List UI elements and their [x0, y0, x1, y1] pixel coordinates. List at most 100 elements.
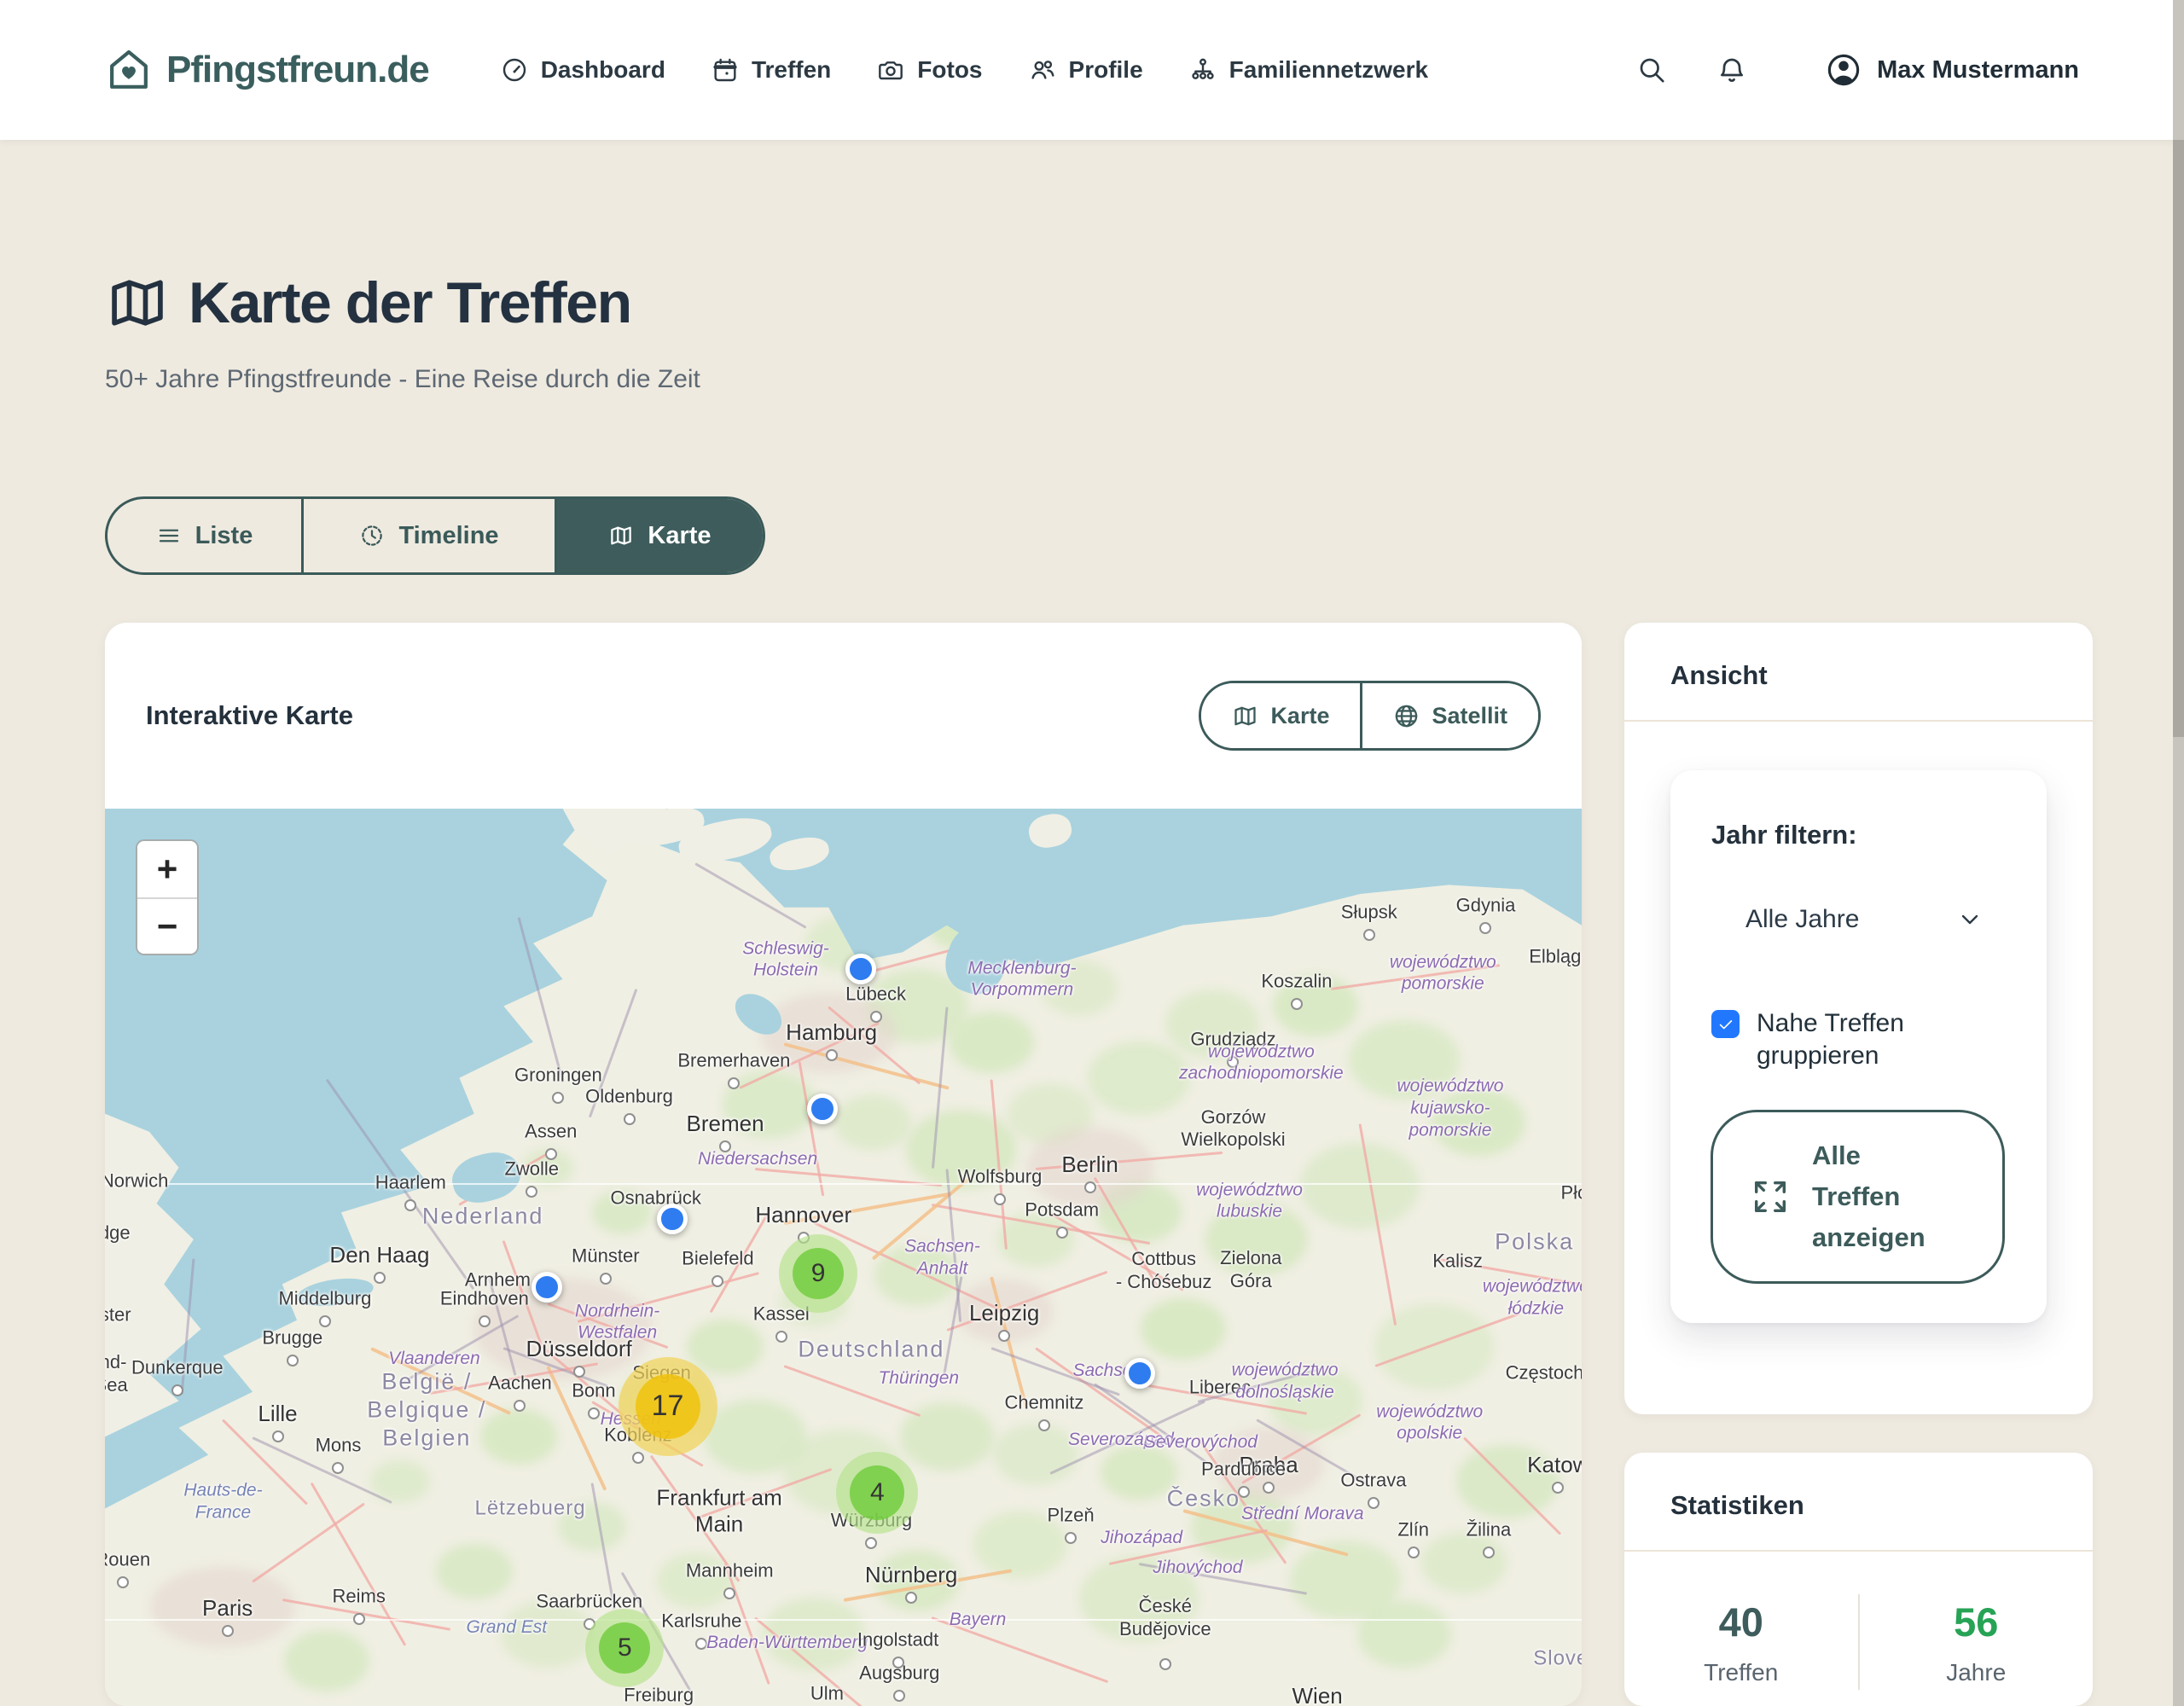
- cluster-count: 4: [850, 1465, 904, 1520]
- divider: [1624, 720, 2093, 722]
- layer-toggle: KarteSatellit: [1199, 681, 1541, 751]
- zoom-in-button[interactable]: +: [137, 841, 197, 897]
- map-card-title: Interaktive Karte: [146, 700, 353, 731]
- notifications-bell-icon[interactable]: [1716, 55, 1747, 85]
- treffen-cluster[interactable]: 9: [779, 1234, 857, 1313]
- page-subtitle: 50+ Jahre Pfingstfreunde - Eine Reise du…: [105, 365, 700, 394]
- chevron-down-icon: [1956, 906, 1984, 933]
- city-dot: [892, 1657, 904, 1668]
- year-select-value: Alle Jahre: [1745, 905, 1859, 934]
- tab-karte[interactable]: Karte: [555, 499, 763, 572]
- city-dot: [624, 1113, 636, 1125]
- city-dot: [1479, 922, 1491, 934]
- map-label: Zlín: [1397, 1518, 1429, 1541]
- year-filter-select[interactable]: Alle Jahre: [1745, 905, 1984, 934]
- expand-icon: [1751, 1177, 1790, 1216]
- map-card: Interaktive Karte KarteSatellit Norwichr…: [105, 623, 1582, 1706]
- scrollbar-thumb[interactable]: [2173, 140, 2184, 737]
- nav-item-dashboard[interactable]: Dashboard: [501, 56, 665, 84]
- city-dot: [695, 1638, 707, 1650]
- map-label: Slove: [1533, 1646, 1582, 1671]
- treffen-cluster[interactable]: 17: [619, 1357, 717, 1456]
- tab-label: Karte: [648, 522, 711, 550]
- city-dot: [632, 1452, 644, 1464]
- city-dot: [728, 1077, 740, 1089]
- nav-item-familiennetzwerk[interactable]: Familiennetzwerk: [1189, 56, 1428, 84]
- map-label: Chemnitz: [1004, 1392, 1083, 1415]
- stat-label: Treffen: [1624, 1659, 1858, 1686]
- statistiken-panel: Statistiken 40Treffen56Jahre: [1624, 1453, 2093, 1706]
- city-dot: [552, 1092, 564, 1104]
- stat-value: 56: [1860, 1599, 2094, 1645]
- city-dot: [374, 1272, 386, 1284]
- city-dot: [272, 1430, 284, 1442]
- tab-label: Timeline: [398, 522, 498, 550]
- map-label: Deutschland: [798, 1336, 944, 1364]
- treffen-marker[interactable]: [807, 1094, 838, 1124]
- map-label: Częstochow: [1506, 1361, 1582, 1384]
- city-dot: [1038, 1419, 1050, 1431]
- layer-button-satellit[interactable]: Satellit: [1360, 683, 1538, 748]
- tab-label: Liste: [195, 522, 253, 550]
- show-all-treffen-button[interactable]: Alle Treffen anzeigen: [1711, 1110, 2005, 1284]
- clock-icon: [359, 523, 385, 548]
- nav-item-label: Profile: [1069, 56, 1143, 84]
- user-menu[interactable]: Max Mustermann: [1826, 52, 2079, 88]
- map-label: Münster: [572, 1245, 639, 1268]
- nav-item-label: Fotos: [917, 56, 982, 84]
- map-label: Freiburg: [624, 1685, 694, 1706]
- user-name: Max Mustermann: [1877, 56, 2079, 84]
- city-dot: [171, 1384, 183, 1396]
- city-dot: [1291, 998, 1303, 1010]
- page-scrollbar: [2173, 0, 2184, 1706]
- tab-timeline[interactable]: Timeline: [301, 499, 555, 572]
- city-dot: [1483, 1546, 1495, 1558]
- city-dot: [600, 1273, 612, 1285]
- map-label: Mons: [316, 1434, 362, 1457]
- group-nearby-label: Nahe Treffen gruppieren: [1757, 1007, 1904, 1071]
- treffen-marker[interactable]: [657, 1204, 688, 1234]
- network-icon: [1189, 56, 1217, 84]
- map-title-icon: [105, 270, 170, 335]
- search-icon[interactable]: [1636, 55, 1667, 85]
- city-dot: [1065, 1532, 1077, 1544]
- city-dot: [1159, 1658, 1171, 1670]
- city-dot: [998, 1330, 1010, 1342]
- treffen-marker[interactable]: [531, 1272, 562, 1303]
- divider: [1624, 1550, 2093, 1552]
- nav-item-treffen[interactable]: Treffen: [712, 56, 831, 84]
- city-dot: [723, 1587, 735, 1599]
- city-dot: [1363, 929, 1375, 941]
- city-dot: [870, 1011, 882, 1023]
- city-dot: [1263, 1482, 1275, 1494]
- treffen-cluster[interactable]: 5: [585, 1609, 664, 1687]
- city-dot: [514, 1400, 526, 1412]
- treffen-marker[interactable]: [845, 954, 876, 984]
- nav-item-profile[interactable]: Profile: [1029, 56, 1143, 84]
- map-label: Gorzów Wielkopolski: [1181, 1106, 1285, 1152]
- map-label: Vlaanderen: [388, 1348, 479, 1370]
- treffen-cluster[interactable]: 4: [836, 1452, 918, 1534]
- brand[interactable]: Pfingstfreun.de: [105, 46, 429, 94]
- ansicht-title: Ansicht: [1624, 623, 2093, 720]
- nav-item-fotos[interactable]: Fotos: [877, 56, 982, 84]
- treffen-marker[interactable]: [1124, 1358, 1155, 1389]
- page-title: Karte der Treffen: [189, 270, 631, 336]
- map-label: Nederland: [422, 1202, 544, 1230]
- group-nearby-row: Nahe Treffen gruppieren: [1711, 1007, 2006, 1071]
- layer-button-karte[interactable]: Karte: [1201, 683, 1360, 748]
- group-nearby-checkbox[interactable]: [1711, 1010, 1740, 1038]
- tab-liste[interactable]: Liste: [107, 499, 301, 572]
- city-dot: [117, 1576, 129, 1588]
- city-dot: [404, 1199, 416, 1211]
- map-label: Słupsk: [1341, 902, 1397, 925]
- city-dot: [1056, 1227, 1068, 1239]
- interactive-map[interactable]: Norwichridgehesterend- -SeaDunkerqueBrug…: [105, 809, 1582, 1706]
- main-nav: Dashboard Treffen Fotos Profile Familiennetz…: [501, 56, 1428, 84]
- city-dot: [545, 1148, 557, 1160]
- zoom-out-button[interactable]: −: [137, 897, 197, 954]
- map-label: Ingolstadt: [857, 1629, 938, 1652]
- cluster-count: 9: [793, 1248, 844, 1299]
- statistiken-title: Statistiken: [1624, 1453, 2093, 1550]
- mapfold-icon: [608, 523, 634, 548]
